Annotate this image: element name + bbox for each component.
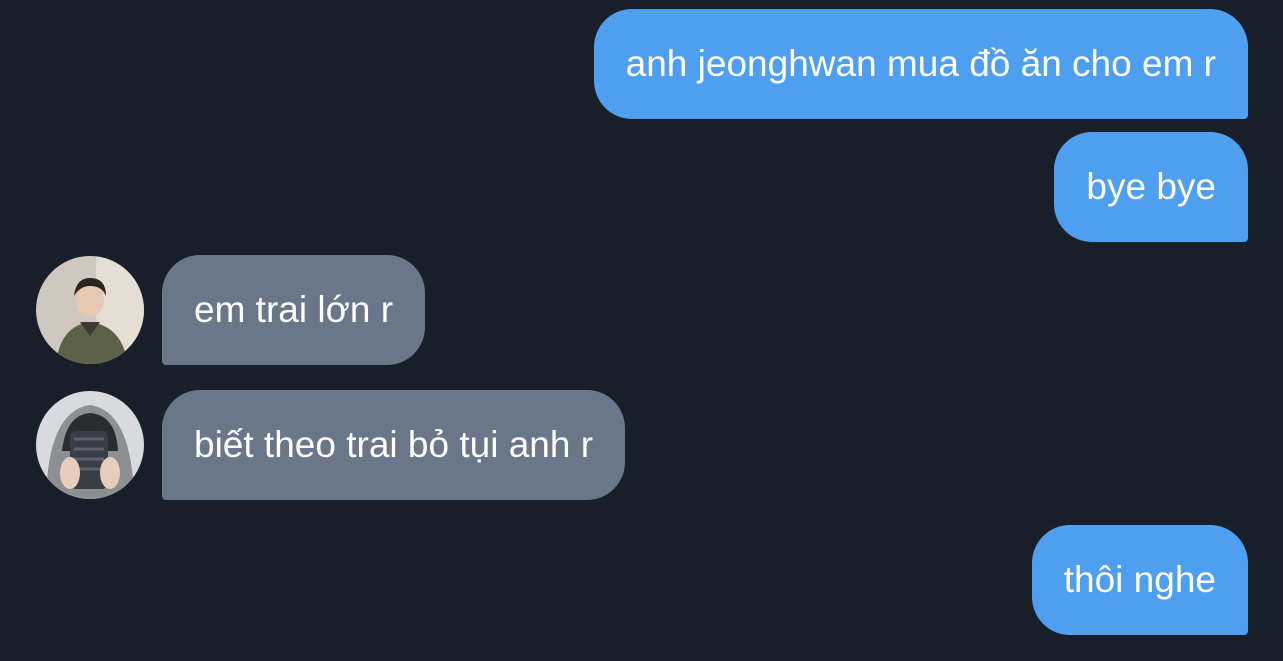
message-text: bye bye [1086, 166, 1216, 207]
incoming-message-bubble[interactable]: biết theo trai bỏ tụi anh r [162, 390, 626, 500]
message-row-outgoing: anh jeonghwan mua đồ ăn cho em r [0, 9, 1283, 119]
message-row-incoming: biết theo trai bỏ tụi anh r [0, 390, 1283, 500]
outgoing-message-bubble[interactable]: thôi nghe [1031, 525, 1248, 635]
avatar[interactable] [36, 391, 144, 499]
avatar-photo-icon [36, 256, 144, 364]
incoming-message-bubble[interactable]: em trai lớn r [162, 255, 426, 365]
message-text: biết theo trai bỏ tụi anh r [194, 424, 594, 465]
avatar[interactable] [36, 256, 144, 364]
outgoing-message-bubble[interactable]: anh jeonghwan mua đồ ăn cho em r [593, 9, 1248, 119]
message-text: anh jeonghwan mua đồ ăn cho em r [625, 43, 1216, 84]
avatar-photo-icon [36, 391, 144, 499]
outgoing-message-bubble[interactable]: bye bye [1054, 132, 1248, 242]
message-text: thôi nghe [1063, 559, 1216, 600]
chat-thread: anh jeonghwan mua đồ ăn cho em r bye bye… [0, 0, 1283, 661]
message-row-incoming: em trai lớn r [0, 255, 1283, 365]
message-text: em trai lớn r [194, 289, 394, 330]
message-row-outgoing: thôi nghe [0, 525, 1283, 635]
message-row-outgoing: bye bye [0, 132, 1283, 242]
